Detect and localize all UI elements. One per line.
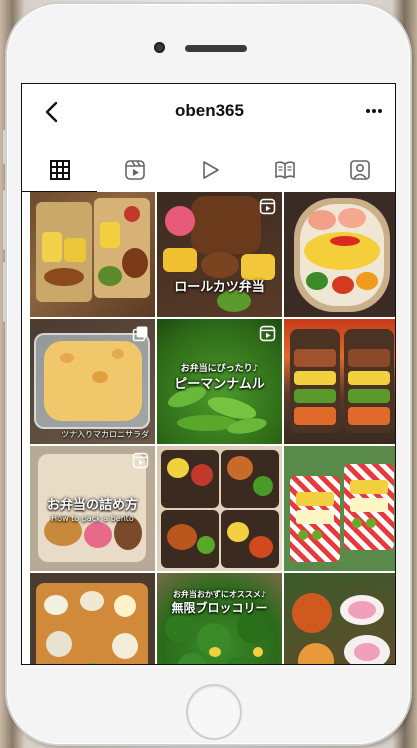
profile-tabs	[22, 148, 395, 192]
post-caption: ピーマンナムル	[174, 377, 265, 392]
post-thumbnail[interactable]: お弁当にぴったり♪ ピーマンナムル	[157, 319, 282, 444]
bento-photo	[284, 446, 395, 571]
reels-icon	[259, 325, 276, 342]
post-thumbnail[interactable]: お弁当おかずにオススメ♪ 無限ブロッコリー	[157, 573, 282, 664]
earpiece-speaker	[185, 45, 247, 52]
bento-photo	[157, 573, 282, 664]
post-thumbnail[interactable]	[284, 192, 395, 317]
guide-book-icon	[274, 161, 295, 179]
grid-icon	[49, 160, 70, 180]
bento-photo	[284, 573, 395, 664]
post-caption: ツナ入りマカロニサラダ	[61, 430, 149, 439]
reels-icon	[259, 198, 276, 215]
bento-photo	[284, 319, 395, 444]
tagged-user-icon	[349, 160, 370, 180]
bento-photo	[157, 446, 282, 571]
post-thumbnail[interactable]: ロールカツ弁当	[157, 192, 282, 317]
tab-reels[interactable]	[97, 148, 172, 192]
posts-grid: ロールカツ弁当 ツナ入りマカロニサラダ お弁当にぴったり♪ ピーマンナムル お弁…	[30, 192, 395, 664]
profile-header: oben365	[22, 84, 395, 140]
post-thumbnail[interactable]: お弁当の詰め方 How to pack a bento	[30, 446, 155, 571]
post-thumbnail[interactable]	[284, 319, 395, 444]
tab-posts-grid[interactable]	[22, 148, 97, 192]
post-thumbnail[interactable]	[30, 573, 155, 664]
post-subcaption: How to pack a bento	[51, 514, 134, 523]
reels-icon	[124, 160, 145, 180]
profile-username: oben365	[175, 101, 244, 120]
reels-icon	[132, 452, 149, 469]
post-thumbnail[interactable]	[284, 573, 395, 664]
post-thumbnail[interactable]	[157, 446, 282, 571]
bento-photo	[284, 192, 395, 317]
tab-videos[interactable]	[172, 148, 247, 192]
video-play-icon	[202, 161, 219, 179]
post-thumbnail[interactable]	[284, 446, 395, 571]
more-horizontal-icon[interactable]	[365, 108, 383, 114]
post-caption: ロールカツ弁当	[174, 280, 265, 295]
post-caption: お弁当の詰め方	[46, 498, 138, 513]
home-button[interactable]	[186, 684, 242, 740]
tab-tagged[interactable]	[322, 148, 395, 192]
post-thumbnail[interactable]: ツナ入りマカロニサラダ	[30, 319, 155, 444]
front-camera	[154, 42, 165, 53]
phone-screen: oben365 ロールカツ弁当 ツナ入りマカロニサラダ お弁当にぴったり♪ ピー…	[21, 83, 396, 665]
tab-guides[interactable]	[247, 148, 322, 192]
chevron-left-icon[interactable]	[42, 100, 62, 124]
multi-photo-icon	[132, 326, 148, 342]
post-thumbnail[interactable]	[30, 192, 155, 317]
bento-photo	[30, 192, 155, 317]
post-caption: 無限ブロッコリー	[171, 601, 268, 615]
bento-photo	[30, 573, 155, 664]
